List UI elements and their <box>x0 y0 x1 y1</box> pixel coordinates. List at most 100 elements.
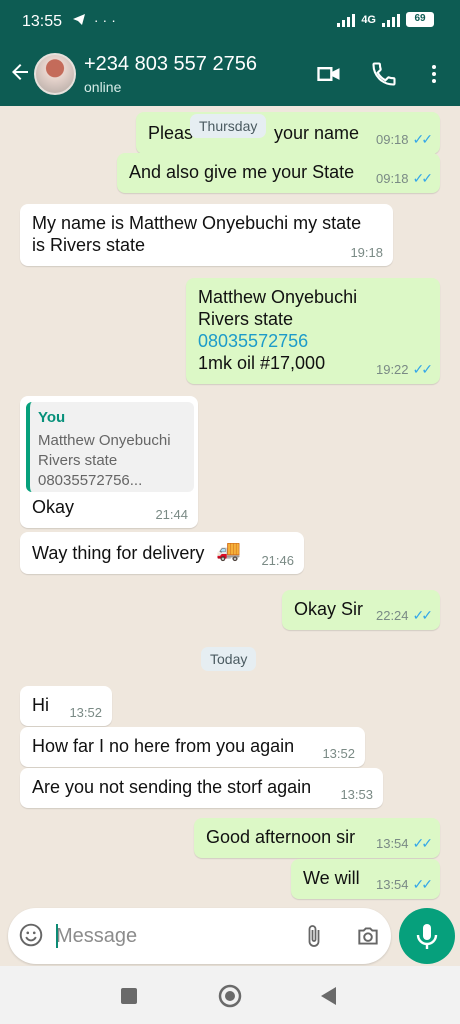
back-button[interactable] <box>8 60 34 88</box>
message-bubble[interactable]: Are you not sending the storf again 13:5… <box>20 768 383 808</box>
read-ticks-icon: ✓✓ <box>412 835 434 851</box>
message-text: Okay <box>32 497 75 517</box>
system-nav-bar <box>0 966 460 1024</box>
triangle-back-icon <box>321 987 336 1005</box>
back-nav-button[interactable] <box>318 985 338 1012</box>
message-text: Are you not sending the storf again <box>32 777 312 797</box>
message-time: 13:52 <box>69 705 102 720</box>
read-ticks-icon: ✓✓ <box>412 361 434 377</box>
message-meta: 13:53 <box>340 787 373 802</box>
message-text: And also give me your State <box>129 162 355 182</box>
status-right: 4G 69 <box>337 12 434 27</box>
message-time: 09:18 <box>375 132 409 147</box>
message-line: Rivers state <box>198 309 294 329</box>
message-text: Okay Sir <box>294 599 364 619</box>
read-ticks-icon: ✓✓ <box>412 607 434 623</box>
message-time: 19:18 <box>350 245 383 260</box>
paperclip-icon <box>308 925 320 947</box>
video-call-button[interactable] <box>315 60 343 93</box>
message-text: Way thing for delivery <box>32 543 205 563</box>
contact-name[interactable]: +234 803 557 2756 <box>84 53 257 76</box>
message-text: Pleas <box>148 123 194 143</box>
message-bubble[interactable]: Way thing for delivery 🚚 21:46 <box>20 532 304 574</box>
menu-button[interactable] <box>422 60 446 93</box>
date-chip: Today <box>201 647 257 671</box>
message-bubble[interactable]: You Matthew Onyebuchi Rivers state 08035… <box>20 396 198 528</box>
notification-icons: ··· <box>72 12 120 28</box>
circle-home-icon <box>218 984 242 1008</box>
message-meta: 13:52 <box>69 705 102 720</box>
quote-line: Matthew Onyebuchi <box>38 432 171 449</box>
message-line: 1mk oil #17,000 <box>198 353 326 373</box>
message-meta: 09:18 ✓✓ <box>375 170 433 187</box>
avatar[interactable] <box>34 53 76 95</box>
quote-line: 08035572756... <box>38 472 143 489</box>
message-bubble[interactable]: And also give me your State 09:18 ✓✓ <box>117 153 440 193</box>
cell-signal-icon <box>382 13 400 27</box>
status-bar: 13:55 ··· 4G 69 <box>0 0 460 44</box>
arrow-left-icon <box>12 64 28 80</box>
more-vertical-icon <box>432 65 436 83</box>
message-meta: 09:18 ✓✓ <box>375 131 433 148</box>
square-recents-icon <box>121 988 137 1004</box>
voice-record-button[interactable] <box>399 908 455 964</box>
contact-status: online <box>84 79 122 95</box>
message-time: 13:54 <box>375 877 409 892</box>
battery-level: 69 <box>414 13 426 24</box>
telegram-icon <box>73 14 85 25</box>
message-bubble[interactable]: Pleas your name 09:18 ✓✓ <box>136 112 440 154</box>
quote-line: Rivers state <box>38 452 118 469</box>
message-bubble[interactable]: How far I no here from you again 13:52 <box>20 727 365 767</box>
emoji-button[interactable] <box>18 922 44 953</box>
network-label: 4G <box>361 13 376 26</box>
message-text: Hi <box>32 695 49 715</box>
quote-author: You <box>38 409 66 426</box>
message-bubble[interactable]: Matthew Onyebuchi Rivers state 080355727… <box>186 278 440 384</box>
message-meta: 22:24 ✓✓ <box>375 607 434 624</box>
mic-icon <box>416 924 438 949</box>
message-bubble[interactable]: Good afternoon sir 13:54 ✓✓ <box>194 818 440 858</box>
message-text: Good afternoon sir <box>206 827 356 847</box>
message-time: 13:54 <box>375 836 409 851</box>
message-bubble[interactable]: Hi 13:52 <box>20 686 112 726</box>
date-chip: Thursday <box>190 114 267 138</box>
chat-area[interactable]: Pleas your name 09:18 ✓✓ Thursday And als… <box>0 106 460 906</box>
phone-link[interactable]: 08035572756 <box>198 330 308 352</box>
message-time: 22:24 <box>375 608 409 623</box>
message-text: We will <box>303 868 360 888</box>
message-bubble[interactable]: My name is Matthew Onyebuchi my state is… <box>20 204 393 266</box>
attach-button[interactable] <box>302 922 326 955</box>
voice-call-button[interactable] <box>370 60 398 93</box>
message-text: My name is Matthew Onyebuchi my state is… <box>32 213 362 255</box>
message-time: 21:46 <box>261 553 294 568</box>
message-meta: 21:44 <box>155 507 188 522</box>
message-time: 19:22 <box>375 362 409 377</box>
message-time: 13:52 <box>322 746 355 761</box>
message-time: 09:18 <box>375 171 409 186</box>
camera-icon <box>358 927 378 945</box>
message-meta: 19:18 <box>350 245 383 260</box>
emoji-icon <box>19 923 43 947</box>
message-input[interactable] <box>56 918 286 954</box>
message-composer <box>8 908 391 964</box>
message-line: Matthew Onyebuchi <box>198 287 358 307</box>
message-meta: 21:46 <box>261 553 294 568</box>
message-text: How far I no here from you again <box>32 736 295 756</box>
message-meta: 13:52 <box>322 746 355 761</box>
message-bubble[interactable]: Okay Sir 22:24 ✓✓ <box>282 590 440 630</box>
recents-button[interactable] <box>120 987 138 1010</box>
quoted-message[interactable]: You Matthew Onyebuchi Rivers state 08035… <box>26 402 194 492</box>
message-meta: 19:22 ✓✓ <box>375 361 434 378</box>
message-meta: 13:54 ✓✓ <box>375 876 434 893</box>
message-time: 13:53 <box>340 787 373 802</box>
camera-button[interactable] <box>355 923 381 954</box>
wifi-signal-icon <box>337 13 356 27</box>
message-meta: 13:54 ✓✓ <box>375 835 434 852</box>
battery-icon: 69 <box>406 12 434 27</box>
message-text: your name <box>274 123 360 143</box>
home-button[interactable] <box>218 984 242 1013</box>
video-call-icon <box>317 67 340 81</box>
message-bubble[interactable]: We will 13:54 ✓✓ <box>291 859 440 899</box>
read-ticks-icon: ✓✓ <box>412 876 434 892</box>
message-time: 21:44 <box>155 507 188 522</box>
